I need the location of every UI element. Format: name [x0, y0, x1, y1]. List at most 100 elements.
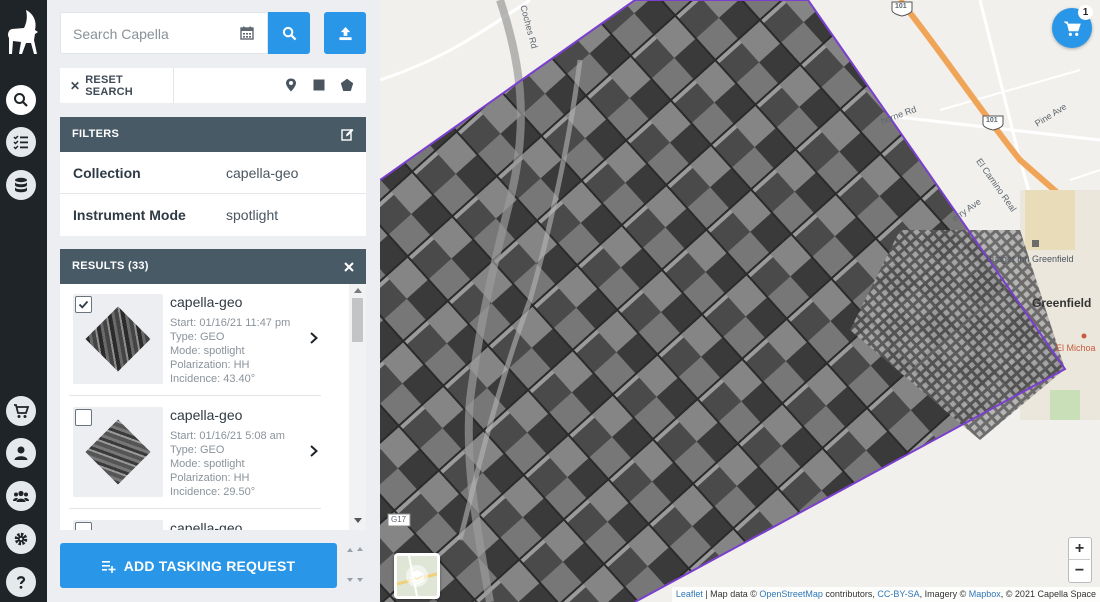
- result-mode: Mode: spotlight: [170, 458, 245, 470]
- result-title: capella-geo: [170, 294, 243, 310]
- chevron-right-icon[interactable]: [309, 445, 319, 457]
- close-icon: ✕: [70, 78, 81, 93]
- search-icon: [282, 26, 296, 40]
- chevron-right-icon[interactable]: [309, 332, 319, 344]
- rail-help-button[interactable]: [6, 567, 36, 597]
- tasking-label: ADD TASKING REQUEST: [123, 557, 296, 574]
- poi-label: Budget Inn Greenfield: [986, 254, 1074, 264]
- filter-row-instrument-mode[interactable]: Instrument Mode spotlight: [60, 194, 366, 236]
- cart-icon: [14, 404, 29, 418]
- result-polarization: Polarization: HH: [170, 472, 250, 484]
- scroll-up-arrow[interactable]: [347, 548, 353, 552]
- zoom-control: + −: [1068, 537, 1092, 583]
- search-button[interactable]: [268, 12, 310, 54]
- mapbox-link[interactable]: Mapbox: [969, 589, 1001, 599]
- help-icon: [16, 576, 26, 589]
- scroll-down-arrow[interactable]: [347, 578, 353, 582]
- upload-icon: [338, 26, 352, 40]
- filter-value: spotlight: [226, 207, 279, 223]
- panel-scroll-arrows[interactable]: [341, 543, 363, 588]
- result-title: capella-geo: [170, 520, 243, 530]
- result-incidence: Incidence: 29.50°: [170, 486, 256, 498]
- zoom-in-button[interactable]: +: [1069, 538, 1090, 560]
- checkmark-icon: [78, 300, 89, 309]
- result-type: Type: GEO: [170, 444, 225, 456]
- rail-cart-button[interactable]: [6, 396, 36, 426]
- result-mode: Mode: spotlight: [170, 345, 245, 357]
- result-card[interactable]: capella-geo Start: 01/16/21 5:08 am Type…: [69, 399, 321, 509]
- results-title: RESULTS (33): [72, 260, 149, 272]
- app-rail: [0, 0, 47, 602]
- attribution-text: | Map data ©: [702, 589, 760, 599]
- attribution-text: , Imagery ©: [919, 589, 969, 599]
- scroll-up-arrow[interactable]: [354, 288, 362, 293]
- filter-row-collection[interactable]: Collection capella-geo: [60, 152, 366, 194]
- rail-account-button[interactable]: [6, 438, 36, 468]
- result-start: Start: 01/16/21 11:47 pm: [170, 317, 291, 329]
- result-card[interactable]: capella-geo: [69, 512, 321, 530]
- highway-shield-label: 101: [895, 3, 907, 10]
- filters-body: Collection capella-geo Instrument Mode s…: [60, 152, 366, 236]
- map-pin-icon[interactable]: [284, 78, 298, 92]
- close-icon[interactable]: [344, 262, 354, 272]
- basemap: [380, 0, 1100, 602]
- rectangle-draw-icon[interactable]: [312, 78, 326, 92]
- map-attribution: Leaflet | Map data © OpenStreetMap contr…: [671, 587, 1100, 602]
- road-label: G17: [391, 515, 407, 524]
- polygon-draw-icon[interactable]: [340, 78, 354, 92]
- cart-icon: [1063, 20, 1081, 36]
- filter-key: Collection: [73, 165, 141, 181]
- gear-icon: [14, 532, 28, 546]
- rail-settings-button[interactable]: [6, 524, 36, 554]
- scroll-down-arrow[interactable]: [357, 578, 363, 582]
- sidebar-panel: ✕ RESET SEARCH FILTERS Collection capell…: [47, 0, 380, 602]
- cart-count-badge: 1: [1078, 5, 1093, 20]
- result-title: capella-geo: [170, 407, 243, 423]
- cc-by-sa-link[interactable]: CC-BY-SA: [877, 589, 919, 599]
- result-incidence: Incidence: 43.40°: [170, 373, 256, 385]
- sar-thumbnail-image: [85, 419, 151, 485]
- highway-shield-label: 101: [986, 117, 998, 124]
- poi-label: El Michoa: [1056, 343, 1096, 353]
- map-view[interactable]: Coches Rd horne Rd Pine Ave El Camino Re…: [380, 0, 1100, 602]
- rail-search-button[interactable]: [6, 85, 36, 115]
- database-icon: [15, 177, 27, 193]
- calendar-icon[interactable]: [240, 26, 254, 40]
- add-tasking-request-button[interactable]: ADD TASKING REQUEST: [60, 543, 337, 588]
- results-header: RESULTS (33): [60, 249, 366, 284]
- sar-thumbnail-image: [85, 306, 151, 372]
- checklist-icon: [13, 135, 28, 150]
- search-tools-row: ✕ RESET SEARCH: [60, 68, 366, 103]
- result-polarization: Polarization: HH: [170, 359, 250, 371]
- draw-tools: [284, 78, 354, 92]
- edit-icon[interactable]: [341, 128, 354, 141]
- layer-switcher-button[interactable]: [394, 553, 440, 599]
- rail-database-button[interactable]: [6, 170, 36, 200]
- openstreetmap-link[interactable]: OpenStreetMap: [759, 589, 823, 599]
- user-icon: [14, 446, 28, 460]
- results-scrollbar[interactable]: [349, 284, 366, 530]
- add-list-icon: [101, 560, 116, 573]
- filter-value: capella-geo: [226, 165, 299, 181]
- scroll-up-arrow[interactable]: [357, 547, 363, 551]
- ibex-logo-icon: [8, 10, 38, 54]
- rail-team-button[interactable]: [6, 481, 36, 511]
- result-type: Type: GEO: [170, 331, 225, 343]
- filter-key: Instrument Mode: [73, 207, 186, 223]
- result-checkbox[interactable]: [75, 409, 92, 426]
- upload-button[interactable]: [324, 12, 366, 54]
- scroll-down-arrow[interactable]: [354, 518, 362, 523]
- attribution-text: contributors,: [822, 589, 878, 599]
- rail-tasks-button[interactable]: [6, 127, 36, 157]
- scroll-thumb[interactable]: [352, 298, 363, 342]
- search-icon: [14, 93, 28, 107]
- result-checkbox[interactable]: [75, 296, 92, 313]
- result-checkbox[interactable]: [75, 522, 92, 530]
- reset-search-button[interactable]: ✕ RESET SEARCH: [60, 68, 174, 103]
- zoom-out-button[interactable]: −: [1069, 560, 1090, 582]
- search-input[interactable]: [73, 23, 233, 45]
- reset-search-label: RESET SEARCH: [85, 73, 133, 98]
- leaflet-link[interactable]: Leaflet: [676, 589, 703, 599]
- result-card[interactable]: capella-geo Start: 01/16/21 11:47 pm Typ…: [69, 286, 321, 396]
- filters-title: FILTERS: [72, 128, 120, 140]
